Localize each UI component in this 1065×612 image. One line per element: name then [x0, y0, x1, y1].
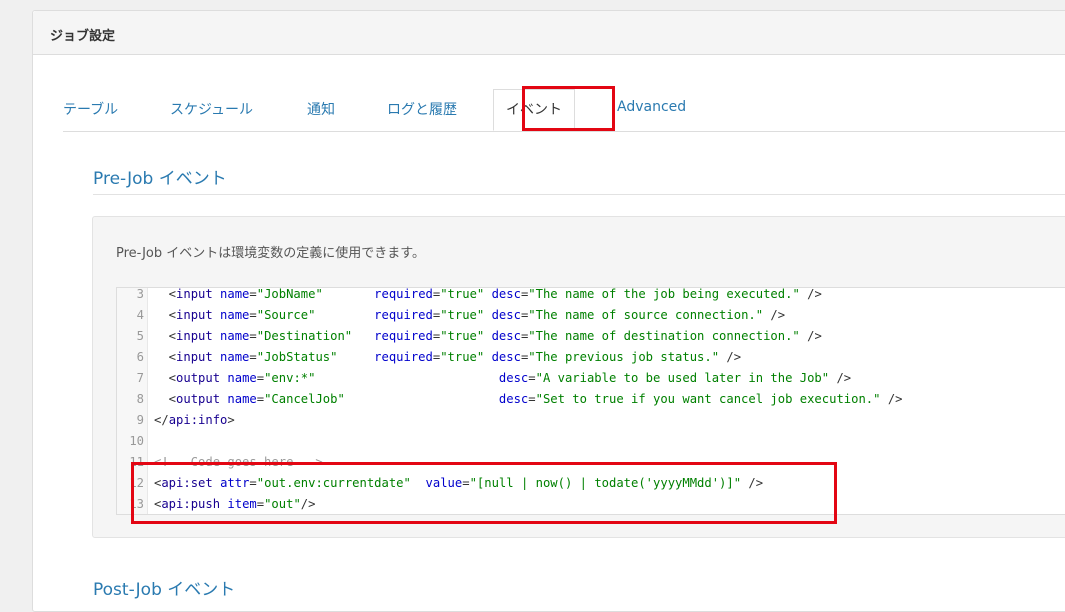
tab-table[interactable]: テーブル — [63, 99, 118, 119]
line-number: 10 — [129, 434, 144, 448]
panel-title: ジョブ設定 — [50, 29, 116, 44]
code-text: <api:push item="out"/> — [154, 497, 316, 511]
tab-schedule[interactable]: スケジュール — [170, 99, 253, 119]
code-text: <output name="CancelJob" desc="Set to tr… — [154, 392, 903, 406]
tab-notification[interactable]: 通知 — [307, 99, 335, 119]
line-number: 3 — [136, 287, 144, 301]
code-text: <!-- Code goes here --> — [154, 455, 323, 469]
line-number: 12 — [129, 476, 144, 490]
pre-job-well: Pre-Job イベントは環境変数の定義に使用できます。 3 <input na… — [92, 216, 1065, 538]
pre-job-section-title: Pre-Job イベント — [93, 169, 227, 189]
line-number: 7 — [136, 371, 144, 385]
code-text: <input name="JobName" required="true" de… — [154, 287, 822, 301]
tab-logs-history[interactable]: ログと履歴 — [387, 99, 457, 119]
code-text: <output name="env:*" desc="A variable to… — [154, 371, 852, 385]
post-job-section-title: Post-Job イベント — [93, 580, 236, 600]
section-divider — [93, 194, 1065, 195]
panel-header: ジョブ設定 — [33, 11, 1065, 55]
line-number: 11 — [129, 455, 144, 469]
code-text: </api:info> — [154, 413, 235, 427]
tab-bar: テーブル スケジュール 通知 ログと履歴 イベント Advanced — [63, 89, 1065, 132]
code-text: <input name="Source" required="true" des… — [154, 308, 786, 322]
job-settings-panel: ジョブ設定 テーブル スケジュール 通知 ログと履歴 イベント Advanced… — [32, 10, 1065, 612]
code-editor[interactable]: 3 <input name="JobName" required="true" … — [116, 287, 1065, 515]
code-text: <input name="JobStatus" required="true" … — [154, 350, 742, 364]
line-number: 13 — [129, 497, 144, 511]
line-number: 5 — [136, 329, 144, 343]
line-number: 9 — [136, 413, 144, 427]
tab-events[interactable]: イベント — [493, 89, 575, 131]
line-number: 6 — [136, 350, 144, 364]
tab-advanced[interactable]: Advanced — [617, 99, 686, 115]
code-text: <api:set attr="out.env:currentdate" valu… — [154, 476, 764, 490]
code-text: <input name="Destination" required="true… — [154, 329, 822, 343]
line-number: 4 — [136, 308, 144, 322]
line-number: 8 — [136, 392, 144, 406]
pre-job-description: Pre-Job イベントは環境変数の定義に使用できます。 — [116, 246, 425, 261]
